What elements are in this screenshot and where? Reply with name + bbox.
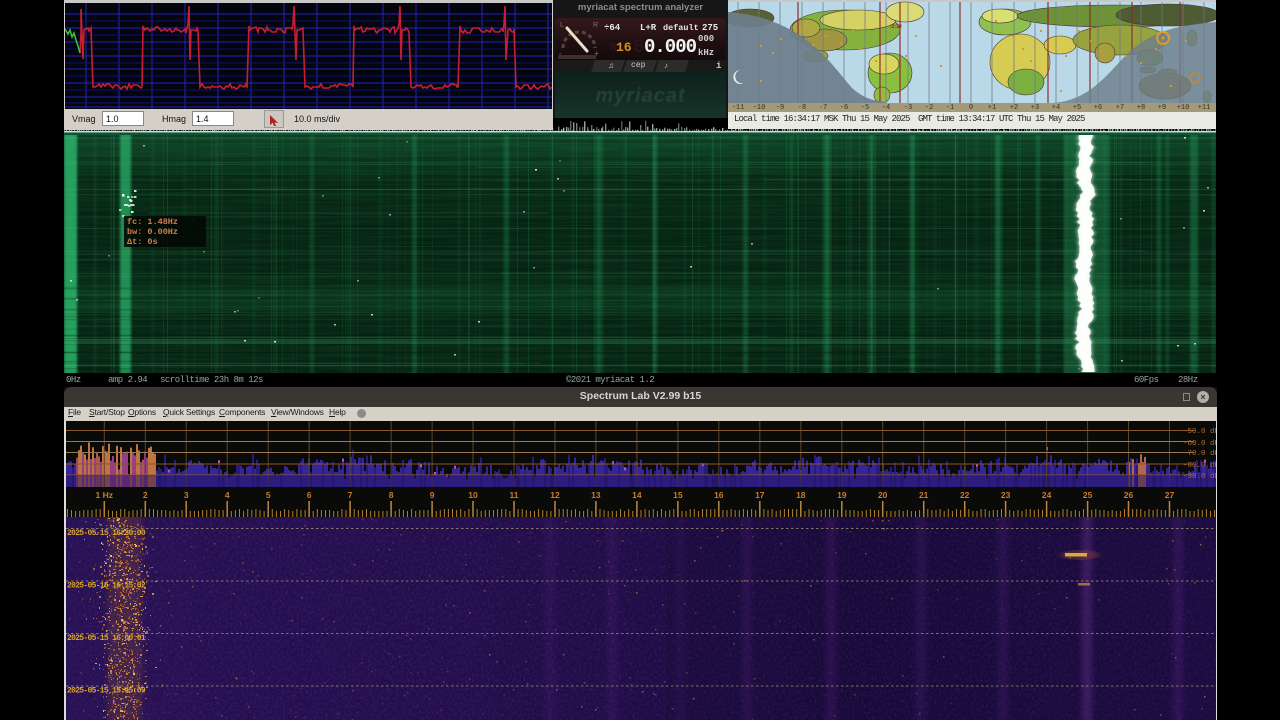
svg-text:2025-05-15 16:30:00: 2025-05-15 16:30:00 (67, 529, 146, 538)
svg-text:-1: -1 (946, 104, 954, 112)
svg-text:+11: +11 (1198, 104, 1211, 112)
svg-text:+8: +8 (1137, 104, 1145, 112)
svg-text:21: 21 (919, 490, 929, 500)
svg-text:5: 5 (266, 490, 271, 500)
svg-text:+7: +7 (1116, 104, 1124, 112)
svg-text:L: L (560, 22, 564, 29)
svg-text:26: 26 (1124, 490, 1134, 500)
svg-text:15: 15 (673, 490, 683, 500)
svg-text:12: 12 (550, 490, 560, 500)
svg-text:4: 4 (225, 490, 230, 500)
svg-text:-10: -10 (753, 104, 766, 112)
svg-text:-7: -7 (819, 104, 827, 112)
svg-text:+10: +10 (1177, 104, 1190, 112)
svg-text:10: 10 (468, 490, 478, 500)
svg-text:-4: -4 (882, 104, 890, 112)
svg-text:3: 3 (184, 490, 189, 500)
svg-text:R: R (593, 22, 598, 29)
svg-text:11: 11 (510, 490, 519, 500)
svg-text:6: 6 (307, 490, 312, 500)
svg-text:+1: +1 (988, 104, 996, 112)
svg-text:+3: +3 (1031, 104, 1039, 112)
svg-text:18: 18 (796, 490, 806, 500)
svg-text:-80.0 dB: -80.0 dB (1183, 462, 1216, 470)
svg-text:25: 25 (1083, 490, 1093, 500)
svg-text:-50.0 dB: -50.0 dB (1183, 428, 1216, 436)
svg-text:22: 22 (960, 490, 970, 500)
svg-text:-6: -6 (840, 104, 848, 112)
svg-text:17: 17 (755, 490, 765, 500)
svg-text:7: 7 (348, 490, 353, 500)
svg-text:8: 8 (389, 490, 394, 500)
svg-text:14: 14 (632, 490, 642, 500)
svg-text:-70.0 dB: -70.0 dB (1183, 450, 1216, 458)
svg-text:+5: +5 (1073, 104, 1081, 112)
svg-text:-90.0 dB: -90.0 dB (1183, 473, 1216, 481)
svg-text:27: 27 (1165, 490, 1175, 500)
svg-text:-3: -3 (904, 104, 912, 112)
svg-text:+4: +4 (1052, 104, 1060, 112)
svg-text:23: 23 (1001, 490, 1011, 500)
svg-text:-11: -11 (732, 104, 745, 112)
svg-text:2025-05-15 16:00:01: 2025-05-15 16:00:01 (67, 634, 146, 643)
svg-text:-2: -2 (925, 104, 933, 112)
svg-text:1 Hz: 1 Hz (96, 490, 113, 500)
svg-text:16: 16 (714, 490, 724, 500)
svg-text:19: 19 (837, 490, 847, 500)
svg-text:2025-05-15 16:15:02: 2025-05-15 16:15:02 (67, 582, 146, 591)
svg-text:-9: -9 (776, 104, 784, 112)
svg-text:+9: +9 (1158, 104, 1166, 112)
svg-text:20: 20 (878, 490, 888, 500)
svg-text:-2:30: -2:30 (890, 24, 902, 30)
svg-text:24: 24 (1042, 490, 1052, 500)
svg-text:-60.0 dB: -60.0 dB (1183, 440, 1216, 448)
svg-text:+2: +2 (1010, 104, 1018, 112)
svg-text:13: 13 (591, 490, 601, 500)
svg-text:0: 0 (969, 104, 973, 112)
svg-text:2: 2 (143, 490, 148, 500)
svg-text:-8: -8 (798, 104, 806, 112)
svg-text:2025-05-15 15:45:09: 2025-05-15 15:45:09 (67, 687, 146, 696)
svg-text:9: 9 (430, 490, 435, 500)
svg-text:+6: +6 (1094, 104, 1102, 112)
svg-text:-5: -5 (861, 104, 869, 112)
